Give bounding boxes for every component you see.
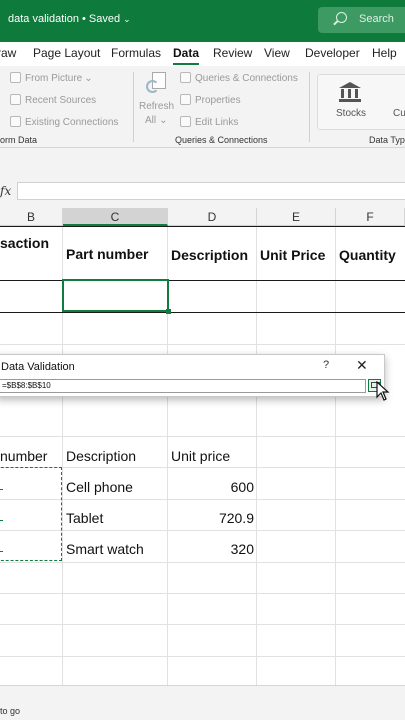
formula-input[interactable]: [17, 182, 405, 200]
properties-icon: [180, 94, 191, 105]
search-placeholder: Search: [359, 13, 394, 25]
column-header-d[interactable]: D: [168, 208, 257, 226]
source-range-input[interactable]: =$B$8:$B$10: [0, 379, 366, 393]
status-bar: to go: [0, 685, 405, 720]
list-item-price[interactable]: 320: [171, 541, 254, 557]
data-validation-dialog: Data Validation ? ✕ =$B$8:$B$10: [0, 354, 385, 397]
formula-bar: fx: [0, 148, 405, 208]
recent-sources-label: Recent Sources: [25, 95, 97, 106]
from-picture-label: From Picture: [25, 73, 83, 84]
picture-icon: [10, 72, 21, 83]
list-item-price[interactable]: 600: [171, 479, 254, 495]
properties-button[interactable]: Properties: [180, 94, 241, 106]
gridline: [0, 624, 405, 625]
ribbon-data: From Picture ⌄ Recent Sources Existing Co…: [0, 66, 405, 148]
header-part-number-list[interactable]: number: [0, 448, 47, 464]
tab-view[interactable]: View: [264, 46, 290, 60]
cell-value-b: [0, 489, 3, 490]
search-icon: [336, 12, 347, 23]
existing-connections-label: Existing Connections: [25, 117, 119, 128]
document-title-text: data validation • Saved: [8, 13, 121, 25]
column-header-c[interactable]: C: [63, 208, 168, 226]
cell-value-b: [0, 520, 3, 521]
stocks-button[interactable]: [317, 74, 405, 130]
document-title[interactable]: data validation • Saved ⌄: [8, 13, 131, 25]
chevron-down-icon: ⌄: [159, 115, 168, 126]
search-box[interactable]: Search: [318, 7, 405, 33]
gridline: [0, 656, 405, 657]
column-header-f[interactable]: F: [336, 208, 405, 226]
group-label-data-types: Data Typ: [369, 135, 405, 145]
excel-window: data validation • Saved⌄ Search raw Page…: [0, 0, 405, 720]
dialog-title: Data Validation: [1, 361, 75, 373]
gridline: [0, 344, 405, 345]
header-description-list[interactable]: Description: [66, 448, 136, 464]
gridline: [0, 593, 405, 594]
chevron-down-icon: ⌄: [84, 73, 93, 84]
table-border: [0, 280, 405, 281]
list-item-description[interactable]: Tablet: [66, 510, 103, 526]
header-transaction[interactable]: saction: [0, 235, 49, 251]
cell-value-b: [0, 551, 3, 552]
group-label-queries: Queries & Connections: [175, 135, 268, 145]
gridline: [0, 436, 405, 437]
status-text: to go: [0, 706, 21, 716]
tab-developer[interactable]: Developer: [305, 46, 360, 60]
selected-cell[interactable]: [62, 279, 171, 314]
table-border: [0, 226, 405, 227]
header-unit-price[interactable]: Unit Price: [260, 247, 325, 263]
column-header-b[interactable]: B: [0, 208, 63, 226]
refresh-label[interactable]: Refresh: [139, 101, 174, 112]
queries-connections-label: Queries & Connections: [195, 73, 298, 84]
ribbon-tabs: raw Page Layout Formulas Data Review Vie…: [0, 42, 405, 66]
tab-draw[interactable]: raw: [0, 46, 16, 60]
list-item-description[interactable]: Smart watch: [66, 541, 144, 557]
chevron-down-icon[interactable]: ⌄: [123, 14, 131, 24]
ribbon-separator: [309, 72, 310, 142]
recent-sources-button[interactable]: Recent Sources: [10, 94, 96, 106]
gridline: [0, 562, 405, 563]
queries-connections-button[interactable]: Queries & Connections: [180, 72, 298, 84]
list-item-description[interactable]: Cell phone: [66, 479, 133, 495]
properties-label: Properties: [195, 95, 241, 106]
tab-help[interactable]: Help: [372, 46, 397, 60]
tab-formulas[interactable]: Formulas: [111, 46, 161, 60]
edit-links-button[interactable]: Edit Links: [180, 116, 238, 128]
list-item-price[interactable]: 720.9: [171, 510, 254, 526]
bank-icon: [339, 82, 361, 102]
refresh-all-label: All: [145, 115, 157, 126]
stocks-label: Stocks: [336, 108, 367, 119]
fx-icon[interactable]: fx: [0, 184, 11, 198]
from-picture-button[interactable]: From Picture ⌄: [10, 72, 93, 84]
tab-page-layout[interactable]: Page Layout: [33, 46, 100, 60]
recent-sources-icon: [10, 94, 21, 105]
group-label-get-data: orm Data: [0, 135, 38, 145]
header-description[interactable]: Description: [171, 247, 248, 263]
gridline: [335, 226, 336, 685]
gridline: [256, 226, 257, 685]
worksheet-grid[interactable]: B C D E F saction Part number Descriptio…: [0, 208, 405, 685]
edit-links-label: Edit Links: [195, 117, 239, 128]
header-quantity[interactable]: Quantity: [339, 247, 396, 263]
queries-icon: [180, 72, 191, 83]
column-header-e[interactable]: E: [257, 208, 336, 226]
tab-review[interactable]: Review: [213, 46, 252, 60]
edit-links-icon: [180, 116, 191, 127]
table-border: [0, 312, 405, 313]
refresh-all-button[interactable]: All ⌄: [145, 115, 168, 126]
connections-icon: [10, 116, 21, 127]
header-unit-price-list[interactable]: Unit price: [171, 448, 230, 464]
tab-data[interactable]: Data: [173, 46, 200, 65]
header-part-number[interactable]: Part number: [66, 246, 148, 262]
title-bar: data validation • Saved ⌄ Search: [0, 0, 405, 42]
close-icon[interactable]: ✕: [356, 357, 368, 374]
existing-connections-button[interactable]: Existing Connections: [10, 116, 118, 128]
currencies-label[interactable]: Cu: [393, 108, 405, 119]
help-icon[interactable]: ?: [323, 359, 329, 371]
refresh-all-icon[interactable]: [146, 72, 168, 96]
ribbon-separator: [133, 72, 134, 142]
copy-range-marquee: [0, 467, 62, 561]
